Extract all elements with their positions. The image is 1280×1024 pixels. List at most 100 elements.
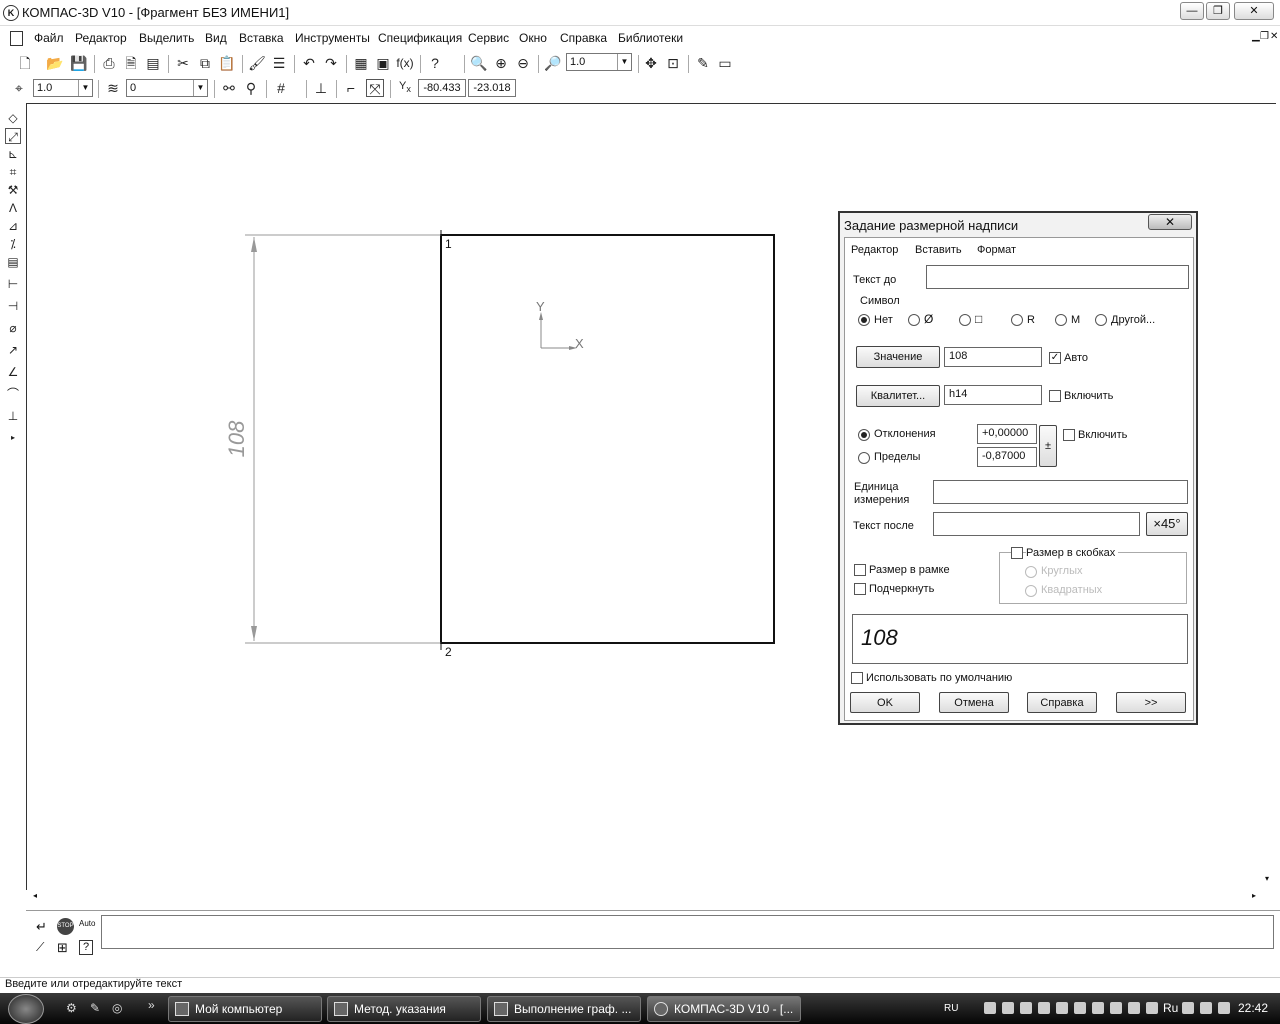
dialog-close-button[interactable]: ✕ (1148, 214, 1192, 230)
keyboard-layout[interactable]: Ru (1163, 1001, 1178, 1015)
redo-icon[interactable]: ↷ (322, 54, 340, 72)
specification-icon[interactable]: ▤ (5, 254, 21, 270)
step-combo[interactable]: 1.0 ▼ (33, 79, 93, 97)
dialog-menu-format[interactable]: Формат (977, 244, 1016, 256)
unit-field[interactable] (933, 480, 1188, 504)
doc-restore-icon[interactable]: ❐ (1260, 31, 1269, 42)
library-icon[interactable]: ▣ (374, 54, 392, 72)
tray-icon[interactable] (1056, 1002, 1068, 1014)
help-icon[interactable]: ? (79, 940, 93, 955)
auto-checkbox[interactable]: ✓ (1049, 352, 1061, 364)
zoom-combo[interactable]: 1.0 ▼ (566, 53, 632, 71)
local-cs-icon[interactable]: ⊥ (312, 79, 330, 97)
scroll-down-icon[interactable]: ▾ (1265, 874, 1269, 883)
symbol-metric-radio[interactable] (1055, 314, 1067, 326)
task-kompas[interactable]: КОМПАС-3D V10 - [... (647, 996, 801, 1022)
stop-icon[interactable]: STOP (57, 918, 74, 935)
ortho-icon[interactable]: ⌐ (342, 79, 360, 97)
menu-editor[interactable]: Редактор (75, 31, 127, 45)
symbol-square-radio[interactable] (959, 314, 971, 326)
diameter-dimension-icon[interactable]: ⌀ (5, 320, 21, 336)
dimensions-icon[interactable]: ⤢ (5, 128, 21, 144)
task-word-document[interactable]: Выполнение граф. ... (487, 996, 641, 1022)
parametrization-icon[interactable]: ⚒ (5, 182, 21, 198)
chevron-down-icon[interactable]: ▼ (617, 54, 631, 70)
snap-icon[interactable]: ⚯ (220, 79, 238, 97)
symbol-radius-radio[interactable] (1011, 314, 1023, 326)
refresh-icon[interactable]: ✎ (694, 54, 712, 72)
menu-specification[interactable]: Спецификация (378, 31, 462, 45)
object-snap-icon[interactable]: ⊞ (57, 940, 68, 956)
tray-icon[interactable] (1146, 1002, 1158, 1014)
menu-select[interactable]: Выделить (139, 31, 194, 45)
tray-icon[interactable] (1092, 1002, 1104, 1014)
zoom-in-icon[interactable]: ⊕ (492, 54, 510, 72)
new-document-icon[interactable]: 🗋 (16, 54, 34, 72)
ruler-icon[interactable]: ⟋ (36, 940, 44, 955)
task-my-computer[interactable]: Мой компьютер (168, 996, 322, 1022)
geometry-icon[interactable]: ◇ (5, 110, 21, 126)
height-dimension-icon[interactable]: ⊥ (5, 408, 21, 424)
dialog-menu-editor[interactable]: Редактор (851, 244, 898, 256)
text-after-field[interactable] (933, 512, 1140, 536)
coord-x-field[interactable]: -80.433 (418, 79, 466, 97)
clock[interactable]: 22:42 (1238, 1001, 1268, 1015)
doc-minimize-icon[interactable]: ▁ (1252, 31, 1260, 42)
document-icon[interactable] (10, 31, 23, 46)
print-icon[interactable]: ⎙ (100, 54, 118, 72)
properties-icon[interactable]: ▤ (144, 54, 162, 72)
close-button[interactable]: ✕ (1234, 2, 1274, 20)
angular-dimension-icon[interactable]: ∠ (5, 364, 21, 380)
underline-checkbox[interactable] (854, 583, 866, 595)
task-method-folder[interactable]: Метод. указания (327, 996, 481, 1022)
round-brackets-radio[interactable] (1025, 566, 1037, 578)
menu-libraries[interactable]: Библиотеки (618, 31, 683, 45)
paste-icon[interactable]: 📋 (218, 54, 236, 72)
menu-tools[interactable]: Инструменты (295, 31, 370, 45)
qualitet-enable-checkbox[interactable] (1049, 390, 1061, 402)
tray-icon[interactable] (1038, 1002, 1050, 1014)
frame-checkbox[interactable] (854, 564, 866, 576)
enter-icon[interactable]: ↵ (36, 919, 47, 935)
limits-radio[interactable] (858, 452, 870, 464)
doc-close-icon[interactable]: ✕ (1270, 31, 1278, 42)
menu-view[interactable]: Вид (205, 31, 227, 45)
menu-insert[interactable]: Вставка (239, 31, 284, 45)
language-indicator[interactable]: RU (944, 1003, 958, 1014)
angle-45-button[interactable]: ×45° (1146, 512, 1188, 536)
restore-button[interactable]: ❐ (1206, 2, 1230, 20)
chevron-down-icon[interactable]: ▼ (78, 80, 92, 96)
list-icon[interactable]: ☰ (270, 54, 288, 72)
auto-dimension-icon[interactable]: ⊣ (5, 298, 21, 314)
symbol-diameter-radio[interactable] (908, 314, 920, 326)
upper-deviation-field[interactable]: +0,00000 (977, 424, 1037, 444)
quicklaunch-icon[interactable]: ⚙ (66, 1001, 77, 1015)
help-button[interactable]: Справка (1027, 692, 1097, 713)
deviations-radio[interactable] (858, 429, 870, 441)
start-button[interactable] (8, 994, 44, 1024)
deviation-enable-checkbox[interactable] (1063, 429, 1075, 441)
dialog-menu-insert[interactable]: Вставить (915, 244, 962, 256)
menu-help[interactable]: Справка (560, 31, 607, 45)
show-all-icon[interactable]: ⊡ (664, 54, 682, 72)
save-icon[interactable]: 💾 (70, 54, 88, 72)
copy-icon[interactable]: ⧉ (196, 54, 214, 72)
auto-create-icon[interactable]: Auto (79, 919, 95, 928)
tray-icon[interactable] (1020, 1002, 1032, 1014)
expand-arrow-icon[interactable]: ▸ (5, 430, 21, 446)
radial-dimension-icon[interactable]: ↗ (5, 342, 21, 358)
coord-y-field[interactable]: -23.018 (468, 79, 516, 97)
lower-deviation-field[interactable]: -0,87000 (977, 447, 1037, 467)
menu-window[interactable]: Окно (519, 31, 547, 45)
property-input-field[interactable] (101, 915, 1274, 949)
open-icon[interactable]: 📂 (46, 54, 64, 72)
quicklaunch-icon[interactable]: ✎ (90, 1001, 100, 1015)
undo-icon[interactable]: ↶ (300, 54, 318, 72)
symbol-none-radio[interactable] (858, 314, 870, 326)
plus-minus-button[interactable]: ± (1039, 425, 1057, 467)
tray-icon[interactable] (1074, 1002, 1086, 1014)
associative-views-icon[interactable]: ⁒ (5, 236, 21, 252)
layer-combo[interactable]: 0 ▼ (126, 79, 208, 97)
chevron-down-icon[interactable]: ▼ (193, 80, 207, 96)
more-button[interactable]: >> (1116, 692, 1186, 713)
